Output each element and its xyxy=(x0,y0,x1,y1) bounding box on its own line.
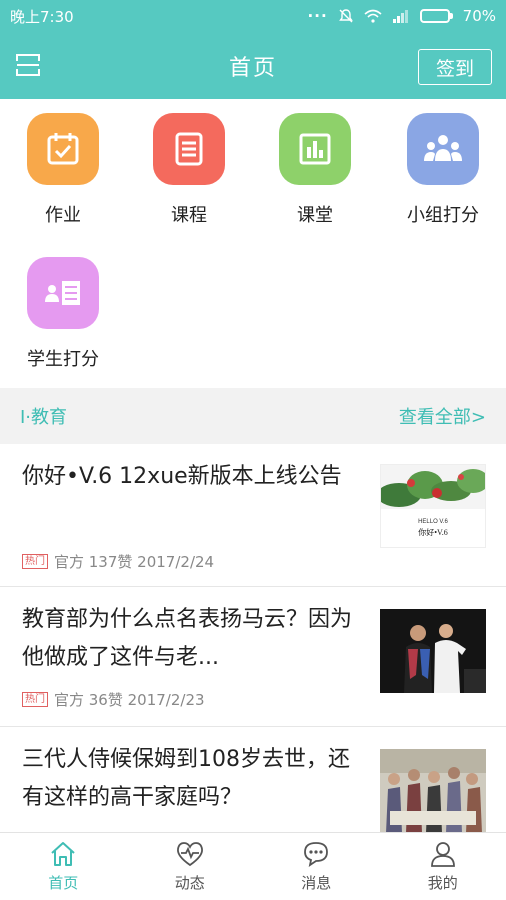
news-meta-text: 官方 36赞 2017/2/23 xyxy=(54,691,205,709)
news-meta-text: 官方 137赞 2017/2/24 xyxy=(54,553,215,571)
grid-item-label: 小组打分 xyxy=(407,205,479,226)
person-icon xyxy=(430,842,455,867)
news-thumbnail xyxy=(380,749,486,833)
hot-badge: 热门 xyxy=(22,554,48,569)
grid-item-label: 课堂 xyxy=(297,205,333,226)
grid-item-course[interactable]: 课程 xyxy=(126,113,252,227)
bottom-nav: 首页 动态 消息 我的 xyxy=(0,832,506,900)
checkin-button[interactable]: 签到 xyxy=(418,49,492,85)
nav-label: 动态 xyxy=(174,874,205,892)
grid-item-label: 作业 xyxy=(45,205,81,226)
news-meta: 热门 官方 36赞 2017/2/23 xyxy=(22,689,205,710)
home-icon xyxy=(51,842,75,866)
battery-percent: 70% xyxy=(462,7,496,25)
news-item[interactable]: 你好•V.6 12xue新版本上线公告 热门 官方 137赞 2017/2/24… xyxy=(0,444,506,587)
nav-label: 我的 xyxy=(427,874,458,892)
news-meta: 热门 官方 137赞 2017/2/24 xyxy=(22,551,214,572)
signal-icon xyxy=(392,10,408,23)
grid-item-classroom[interactable]: 课堂 xyxy=(252,113,378,227)
feature-grid: 作业 课程 课堂 小组打分 学生打分 xyxy=(0,99,506,387)
news-item[interactable]: 教育部为什么点名表扬马云？因为他做成了这件与老... 热门 官方 36赞 201… xyxy=(0,587,506,727)
page-title: 首页 xyxy=(228,55,277,81)
nav-feed[interactable]: 动态 xyxy=(127,833,254,900)
news-thumbnail: HELLO V.6 你好•V.6 xyxy=(380,464,486,548)
battery-icon xyxy=(419,9,453,23)
status-icons: ··· 70% xyxy=(308,7,496,25)
thumb-caption-en: HELLO V.6 xyxy=(418,519,448,525)
nav-profile[interactable]: 我的 xyxy=(380,833,506,900)
news-thumbnail xyxy=(380,609,486,693)
section-title: I·教育 xyxy=(20,407,68,428)
thumb-caption-cn: 你好•V.6 xyxy=(418,528,448,537)
view-all-link[interactable]: 查看全部> xyxy=(399,403,486,429)
mute-bell-icon xyxy=(338,9,353,23)
wifi-icon xyxy=(364,9,382,23)
bar-chart-icon xyxy=(279,113,351,185)
nav-label: 首页 xyxy=(48,874,79,892)
calendar-check-icon xyxy=(27,113,99,185)
nav-label: 消息 xyxy=(301,874,332,892)
group-icon xyxy=(407,113,479,185)
news-item[interactable]: 三代人侍候保姆到108岁去世，还有这样的高干家庭吗？ xyxy=(0,727,506,837)
status-time: 晚上7:30 xyxy=(10,7,74,26)
grid-item-homework[interactable]: 作业 xyxy=(0,113,126,227)
list-doc-icon xyxy=(153,113,225,185)
nav-messages[interactable]: 消息 xyxy=(253,833,380,900)
grid-item-label: 课程 xyxy=(171,205,207,226)
grid-item-student-score[interactable]: 学生打分 xyxy=(0,257,126,371)
grid-item-group-score[interactable]: 小组打分 xyxy=(380,113,506,227)
app-header: 首页 签到 xyxy=(0,32,506,99)
heart-pulse-icon xyxy=(176,842,203,867)
hot-badge: 热门 xyxy=(22,692,48,707)
student-card-icon xyxy=(27,257,99,329)
menu-icon[interactable] xyxy=(14,51,42,79)
nav-home[interactable]: 首页 xyxy=(0,833,127,900)
news-title: 三代人侍候保姆到108岁去世，还有这样的高干家庭吗？ xyxy=(22,747,350,810)
news-title: 你好•V.6 12xue新版本上线公告 xyxy=(22,464,342,489)
more-dots-icon: ··· xyxy=(307,7,328,25)
grid-item-label: 学生打分 xyxy=(27,349,99,370)
status-bar: 晚上7:30 ··· 70% xyxy=(0,0,506,32)
news-title: 教育部为什么点名表扬马云？因为他做成了这件与老... xyxy=(22,607,353,670)
section-header: I·教育 查看全部> xyxy=(0,388,506,444)
chat-bubble-icon xyxy=(304,842,329,867)
